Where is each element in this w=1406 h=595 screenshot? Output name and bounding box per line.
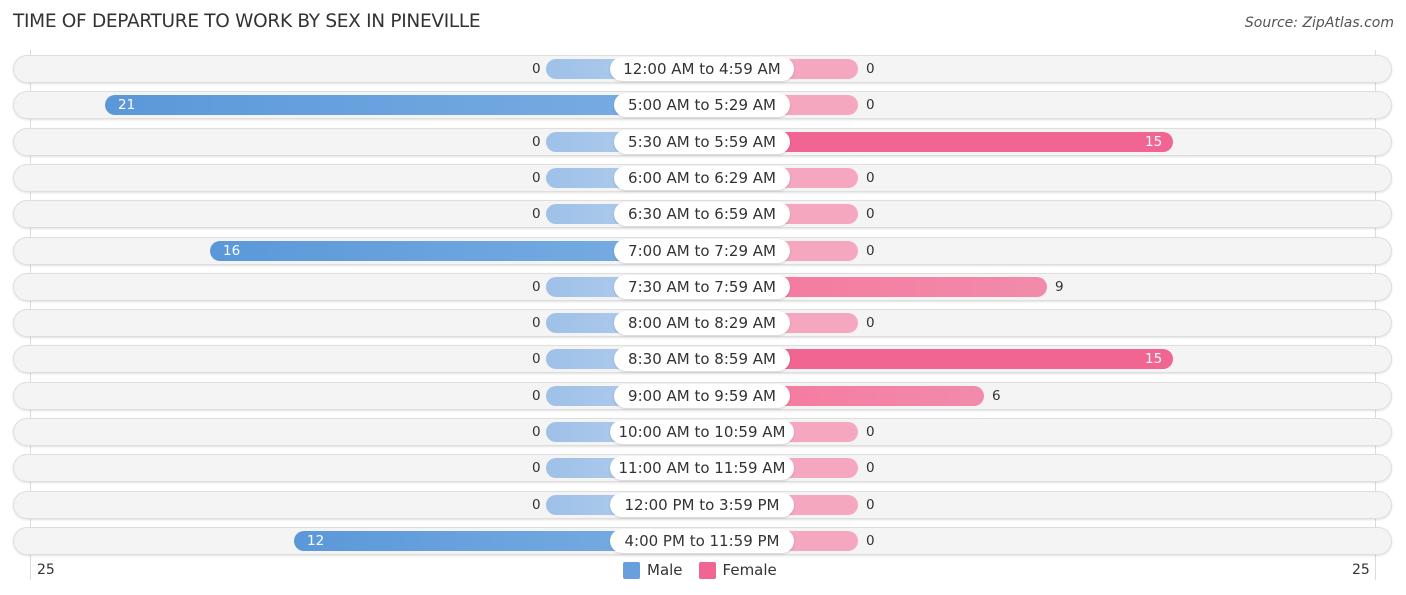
category-label: 10:00 AM to 10:59 AM — [610, 420, 794, 444]
axis-label-left: 25 — [37, 562, 55, 578]
category-label: 12:00 PM to 3:59 PM — [610, 492, 794, 517]
category-label: 11:00 AM to 11:59 AM — [610, 456, 794, 481]
category-label: 5:00 AM to 5:29 AM — [614, 93, 790, 118]
value-label-female: 0 — [866, 242, 875, 259]
value-label-male: 12 — [307, 532, 325, 549]
value-label-male: 0 — [532, 315, 541, 332]
legend-item-female[interactable]: Female — [698, 561, 777, 579]
value-label-male: 0 — [532, 496, 541, 513]
axis-label-right: 25 — [1352, 562, 1370, 578]
category-label: 7:00 AM to 7:29 AM — [614, 238, 790, 263]
value-label-male: 0 — [532, 206, 541, 223]
value-label-male: 0 — [532, 278, 541, 295]
legend: Male Female — [623, 561, 793, 579]
value-label-female: 0 — [866, 424, 875, 440]
value-label-female: 0 — [866, 532, 875, 549]
category-label: 5:30 AM to 5:59 AM — [614, 129, 790, 154]
value-label-female: 0 — [866, 169, 875, 186]
value-label-male: 0 — [532, 424, 541, 440]
category-label: 6:30 AM to 6:59 AM — [614, 202, 790, 227]
value-label-female: 0 — [866, 97, 875, 114]
value-label-male: 0 — [532, 169, 541, 186]
category-label: 8:30 AM to 8:59 AM — [614, 347, 790, 372]
value-label-female: 15 — [1145, 351, 1163, 368]
category-label: 6:00 AM to 6:29 AM — [614, 165, 790, 190]
value-label-female: 6 — [992, 387, 1001, 404]
value-label-female: 0 — [866, 496, 875, 513]
value-label-male: 0 — [532, 61, 541, 77]
category-label: 4:00 PM to 11:59 PM — [610, 528, 794, 553]
value-label-male: 0 — [532, 351, 541, 368]
category-label: 9:00 AM to 9:59 AM — [614, 383, 790, 408]
value-label-male: 0 — [532, 133, 541, 150]
source-label: Source: ZipAtlas.com — [1244, 15, 1394, 31]
value-label-female: 15 — [1145, 133, 1163, 150]
legend-swatch-male — [623, 561, 640, 579]
value-label-female: 9 — [1055, 278, 1064, 295]
value-label-male: 0 — [532, 460, 541, 477]
category-label: 12:00 AM to 4:59 AM — [610, 57, 794, 81]
chart-title: TIME OF DEPARTURE TO WORK BY SEX IN PINE… — [13, 11, 481, 32]
value-label-male: 0 — [532, 387, 541, 404]
category-label: 8:00 AM to 8:29 AM — [614, 311, 790, 336]
legend-label-female: Female — [722, 561, 777, 579]
value-label-female: 0 — [866, 460, 875, 477]
value-label-male: 21 — [118, 97, 136, 114]
value-label-female: 0 — [866, 206, 875, 223]
value-label-female: 0 — [866, 315, 875, 332]
bar-male[interactable] — [105, 95, 702, 116]
legend-label-male: Male — [647, 561, 683, 579]
legend-item-male[interactable]: Male — [623, 561, 683, 579]
value-label-female: 0 — [866, 61, 875, 77]
legend-swatch-female — [698, 561, 716, 579]
category-label: 7:30 AM to 7:59 AM — [614, 274, 790, 299]
value-label-male: 16 — [223, 242, 241, 259]
